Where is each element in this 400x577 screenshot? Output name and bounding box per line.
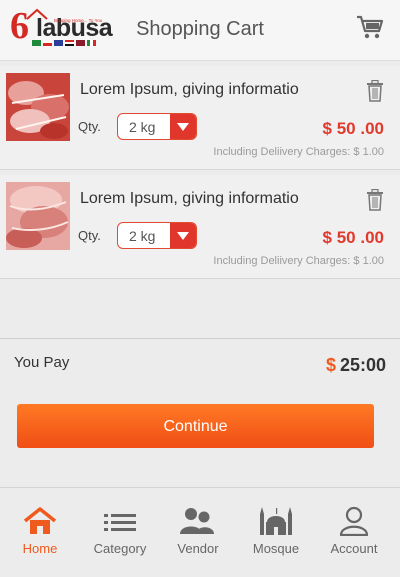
home-icon [23, 507, 57, 534]
quantity-select[interactable]: 2 kg [117, 222, 197, 249]
nav-item-category[interactable]: Category [80, 488, 160, 577]
qty-label: Qty. [78, 119, 101, 134]
total-value: 25:00 [339, 355, 386, 375]
continue-button[interactable]: Continue [17, 404, 374, 448]
shopping-cart-icon[interactable] [356, 14, 384, 40]
nav-label: Category [93, 541, 147, 556]
quantity-select[interactable]: 2 kg [117, 113, 197, 140]
item-name: Lorem Ipsum, giving informatio [80, 190, 299, 207]
nav-label: Account [330, 541, 378, 556]
quantity-value: 2 kg [129, 228, 156, 244]
you-pay-label: You Pay [14, 354, 70, 371]
nav-item-mosque[interactable]: Mosque [236, 488, 316, 577]
total-amount: $25:00 [326, 355, 386, 376]
trash-icon[interactable] [366, 189, 384, 211]
nav-item-account[interactable]: Account [314, 488, 394, 577]
item-name: Lorem Ipsum, giving informatio [80, 81, 299, 98]
item-price: $ 50 .00 [322, 119, 384, 138]
mosque-icon [260, 507, 292, 535]
trash-icon[interactable] [366, 80, 384, 102]
nav-label: Mosque [252, 541, 300, 556]
quantity-value: 2 kg [129, 119, 156, 135]
nav-item-home[interactable]: Home [0, 488, 80, 577]
cart-item: Lorem Ipsum, giving informatio Qty. 2 kg… [0, 175, 400, 279]
nav-item-vendor[interactable]: Vendor [158, 488, 238, 577]
vendor-icon [180, 508, 214, 534]
lamb-chops-image [6, 73, 70, 141]
currency-symbol: $ [325, 355, 336, 375]
item-price: $ 50 .00 [322, 228, 384, 247]
dropdown-arrow[interactable] [170, 114, 196, 139]
chevron-down-icon [177, 123, 189, 131]
raw-meat-image [6, 182, 70, 250]
delivery-charges: Including Deliivery Charges: $ 1.00 [213, 146, 384, 158]
bottom-nav: Home Category Vendor Mosque Account [0, 487, 400, 577]
cart-item: Lorem Ipsum, giving informatio Qty. 2 kg… [0, 66, 400, 170]
chevron-down-icon [177, 232, 189, 240]
nav-label: Vendor [177, 541, 219, 556]
page-title: Shopping Cart [136, 18, 264, 40]
list-icon [104, 514, 136, 531]
qty-label: Qty. [78, 228, 101, 243]
user-icon [339, 506, 369, 536]
summary-divider [0, 338, 400, 339]
nav-label: Home [22, 541, 58, 556]
dropdown-arrow[interactable] [170, 223, 196, 248]
delivery-charges: Including Deliivery Charges: $ 1.00 [213, 255, 384, 267]
app-header: 6 labusa Bringing Home... To You Shoppin… [0, 0, 400, 61]
